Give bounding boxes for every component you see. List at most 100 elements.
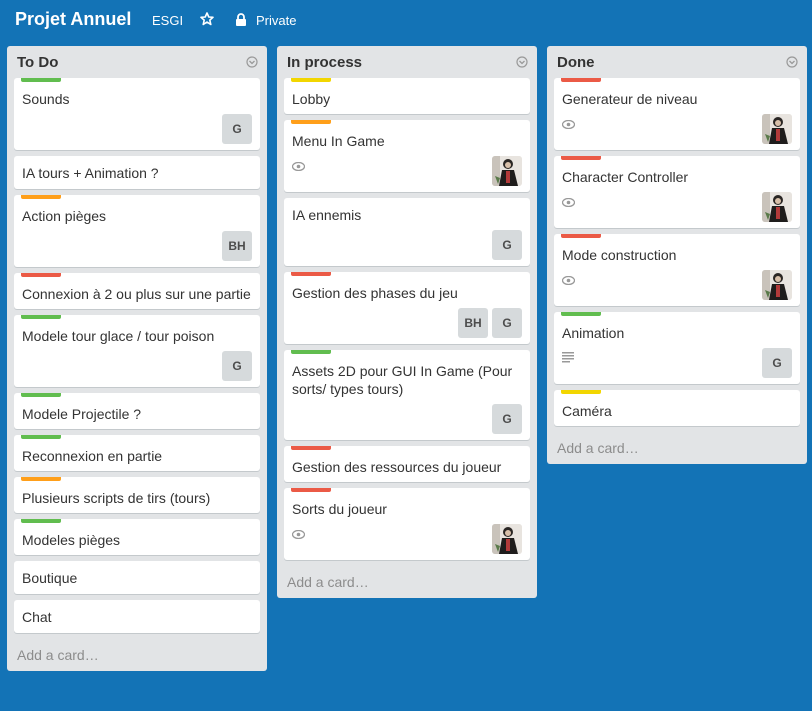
- card[interactable]: IA tours + Animation ?: [14, 156, 260, 189]
- list-title[interactable]: Done: [557, 54, 595, 71]
- member-avatar[interactable]: G: [222, 351, 252, 381]
- card[interactable]: Menu In Game: [284, 120, 530, 192]
- card-label-red: [291, 272, 331, 276]
- card[interactable]: Connexion à 2 ou plus sur une partie: [14, 273, 260, 309]
- card-badges: G: [292, 404, 522, 434]
- card[interactable]: Lobby: [284, 78, 530, 114]
- card-members: [762, 192, 792, 222]
- member-avatar[interactable]: G: [492, 230, 522, 260]
- card-title: Boutique: [22, 570, 78, 586]
- list-menu-icon[interactable]: [516, 56, 528, 68]
- watch-eye-icon: [562, 275, 575, 285]
- card-title: Modele Projectile ?: [22, 406, 142, 422]
- card-members: G: [492, 230, 522, 260]
- card-title: Action pièges: [22, 208, 107, 224]
- card-label-red: [291, 488, 331, 492]
- card-members: BH G: [458, 308, 522, 338]
- star-icon[interactable]: [200, 12, 214, 26]
- list-menu-icon[interactable]: [246, 56, 258, 68]
- card-title: Generateur de niveau: [562, 91, 698, 107]
- member-avatar[interactable]: G: [762, 348, 792, 378]
- list-menu-icon[interactable]: [786, 56, 798, 68]
- card-badge-icons: [562, 270, 575, 300]
- list-done: Done Generateur de niveau Character Contro…: [547, 46, 807, 464]
- board-org-link[interactable]: ESGI: [152, 13, 183, 28]
- card[interactable]: Character Controller: [554, 156, 800, 228]
- add-card-link[interactable]: Add a card…: [7, 639, 267, 671]
- card-badges: BH: [22, 231, 252, 261]
- card-title: Mode construction: [562, 247, 677, 263]
- card-title: Modeles pièges: [22, 532, 121, 548]
- member-avatar-photo[interactable]: [762, 192, 792, 222]
- member-avatar-photo[interactable]: [492, 156, 522, 186]
- card[interactable]: Gestion des ressources du joueur: [284, 446, 530, 482]
- privacy-button[interactable]: Private: [256, 13, 296, 28]
- card-members: [492, 524, 522, 554]
- card-members: G: [762, 348, 792, 378]
- add-card-link[interactable]: Add a card…: [277, 566, 537, 598]
- card-title: Gestion des phases du jeu: [292, 285, 458, 301]
- member-avatar[interactable]: G: [492, 308, 522, 338]
- card-title: Gestion des ressources du joueur: [292, 459, 502, 475]
- card-badges: [562, 270, 792, 300]
- list-header: In process: [277, 46, 537, 78]
- card[interactable]: Boutique: [14, 561, 260, 594]
- board-header: Projet Annuel ESGI Private: [0, 0, 812, 42]
- card-label-green: [21, 315, 61, 319]
- watch-eye-icon: [562, 197, 575, 207]
- list-header: Done: [547, 46, 807, 78]
- card-title: Animation: [562, 325, 625, 341]
- card-title: Sorts du joueur: [292, 501, 387, 517]
- card-title: Caméra: [562, 403, 612, 419]
- member-avatar[interactable]: G: [222, 114, 252, 144]
- card-label-orange: [21, 477, 61, 481]
- member-avatar[interactable]: BH: [458, 308, 488, 338]
- card-label-green: [291, 350, 331, 354]
- card-members: [762, 270, 792, 300]
- card-title: IA tours + Animation ?: [22, 165, 159, 181]
- card[interactable]: Modele Projectile ?: [14, 393, 260, 429]
- card[interactable]: Modeles pièges: [14, 519, 260, 555]
- card-badges: G: [22, 351, 252, 381]
- card-label-orange: [21, 195, 61, 199]
- card-badges: [292, 156, 522, 186]
- card-label-red: [561, 156, 601, 160]
- list-title[interactable]: To Do: [17, 54, 58, 71]
- card[interactable]: Modele tour glace / tour poison G: [14, 315, 260, 387]
- card-badges: G: [562, 348, 792, 378]
- member-avatar[interactable]: BH: [222, 231, 252, 261]
- card-members: G: [492, 404, 522, 434]
- card-title: Menu In Game: [292, 133, 385, 149]
- card[interactable]: Sounds G: [14, 78, 260, 150]
- member-avatar[interactable]: G: [492, 404, 522, 434]
- watch-eye-icon: [292, 529, 305, 539]
- board-title[interactable]: Projet Annuel: [15, 9, 131, 30]
- member-avatar-photo[interactable]: [492, 524, 522, 554]
- card[interactable]: Sorts du joueur: [284, 488, 530, 560]
- card[interactable]: Chat: [14, 600, 260, 633]
- member-avatar-photo[interactable]: [762, 270, 792, 300]
- card[interactable]: IA ennemis G: [284, 198, 530, 266]
- card[interactable]: Action pièges BH: [14, 195, 260, 267]
- card-title: Modele tour glace / tour poison: [22, 328, 215, 344]
- card-list: Lobby Menu In Game IA ennemis G Gestion des …: [277, 78, 537, 560]
- add-card-link[interactable]: Add a card…: [547, 432, 807, 464]
- card[interactable]: Generateur de niveau: [554, 78, 800, 150]
- card[interactable]: Animation G: [554, 312, 800, 384]
- list-title[interactable]: In process: [287, 54, 362, 71]
- card-title: Lobby: [292, 91, 331, 107]
- card[interactable]: Gestion des phases du jeu BH G: [284, 272, 530, 344]
- card-label-yellow: [561, 390, 601, 394]
- card-list: Generateur de niveau Character Controller…: [547, 78, 807, 426]
- card-badges: [292, 524, 522, 554]
- card[interactable]: Plusieurs scripts de tirs (tours): [14, 477, 260, 513]
- card[interactable]: Assets 2D pour GUI In Game (Pour sorts/ …: [284, 350, 530, 440]
- card-members: G: [222, 114, 252, 144]
- card[interactable]: Caméra: [554, 390, 800, 426]
- card-badge-icons: [562, 348, 574, 378]
- card[interactable]: Mode construction: [554, 234, 800, 306]
- member-avatar-photo[interactable]: [762, 114, 792, 144]
- card-members: [762, 114, 792, 144]
- card[interactable]: Reconnexion en partie: [14, 435, 260, 471]
- description-icon: [562, 351, 574, 362]
